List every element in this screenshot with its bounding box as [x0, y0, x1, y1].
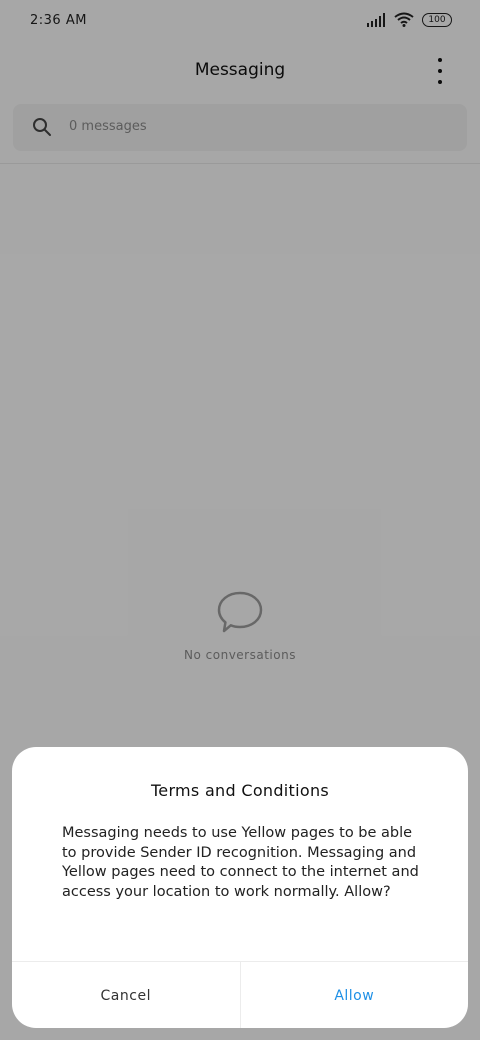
dialog-title: Terms and Conditions [150, 781, 330, 800]
allow-button[interactable]: Allow [241, 962, 469, 1028]
dialog-body: Messaging needs to use Yellow pages to b… [62, 825, 419, 900]
dialog-actions: Cancel Allow [12, 961, 468, 1028]
terms-dialog: Terms and Conditions Messaging needs to … [12, 747, 468, 1028]
cancel-button[interactable]: Cancel [12, 962, 241, 1028]
